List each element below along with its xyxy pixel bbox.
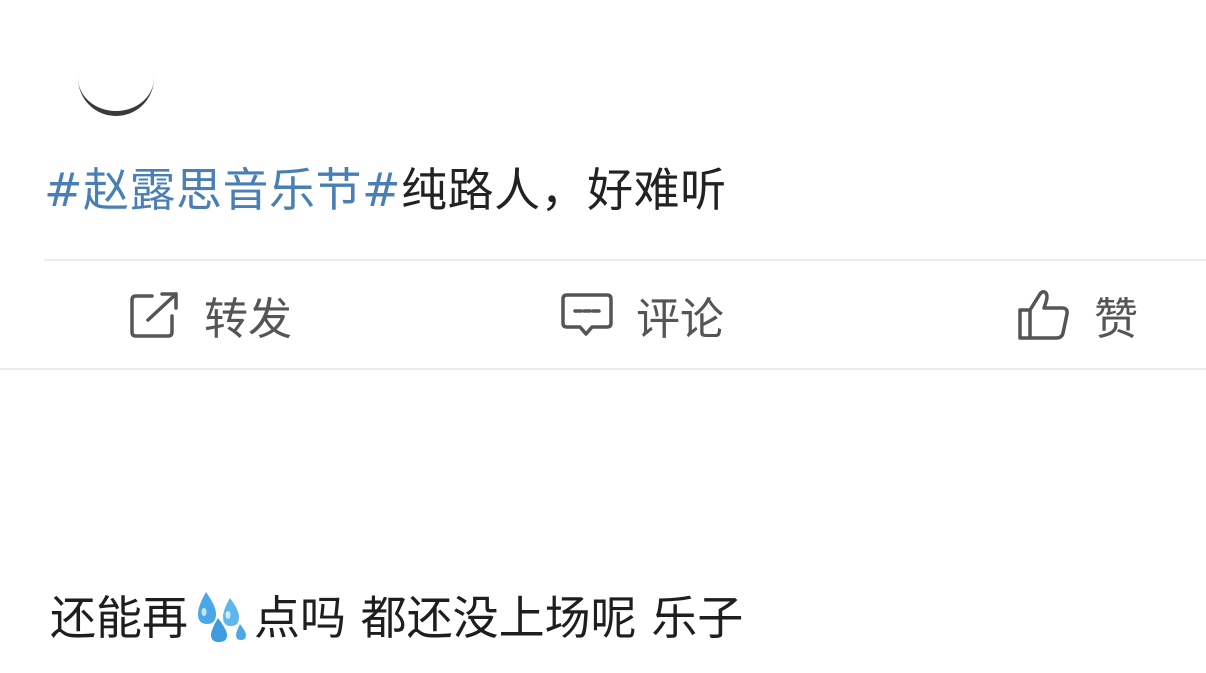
comment-icon xyxy=(560,290,614,340)
comment-text-before: 还能再 xyxy=(50,591,188,645)
sweat-droplets-icon xyxy=(190,588,252,644)
divider xyxy=(0,368,1206,370)
thumbs-up-icon xyxy=(1016,288,1072,342)
action-bar: 转发 评论 赞 xyxy=(0,261,1206,368)
avatar[interactable] xyxy=(78,58,154,116)
post-body: 纯路人，好难听 xyxy=(401,163,727,217)
repost-icon xyxy=(128,290,182,340)
repost-button[interactable]: 转发 xyxy=(128,261,292,368)
hashtag-link[interactable]: #赵露思音乐节# xyxy=(44,163,401,217)
like-button[interactable]: 赞 xyxy=(1016,261,1138,368)
comment-text-after: 点吗 都还没上场呢 乐子 xyxy=(254,591,744,645)
comment-label: 评论 xyxy=(636,293,724,345)
repost-label: 转发 xyxy=(204,293,292,345)
comment-button[interactable]: 评论 xyxy=(560,261,724,368)
comment-text: 还能再 点吗 都还没上场呢 乐子 xyxy=(50,586,743,650)
like-label: 赞 xyxy=(1094,293,1138,345)
post-text: #赵露思音乐节#纯路人，好难听 xyxy=(44,158,727,222)
